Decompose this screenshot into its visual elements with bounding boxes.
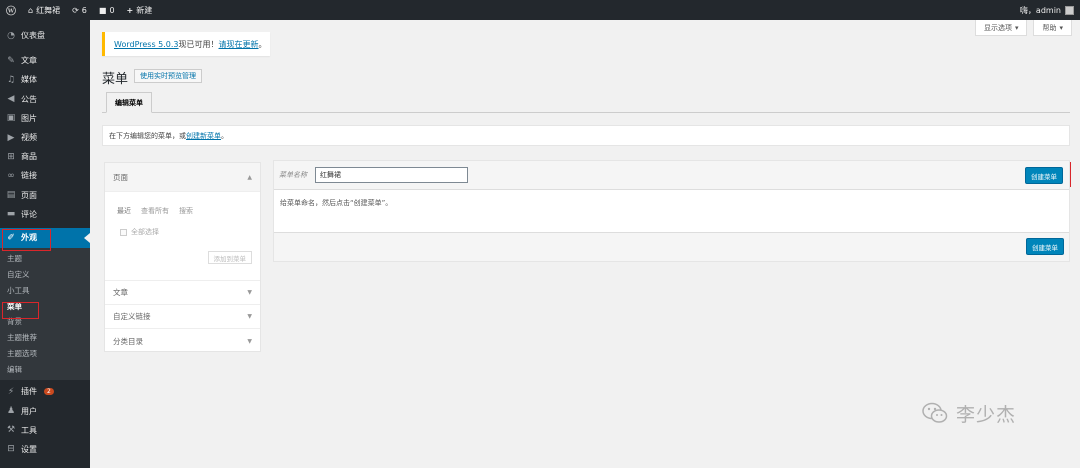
sidebar-item-videos[interactable]: ▶ 视频 [0, 128, 90, 147]
watermark: 李少杰 [920, 398, 1016, 428]
sidebar-item-tools[interactable]: ⚒ 工具 [0, 421, 90, 440]
sidebar-item-images[interactable]: ▣ 图片 [0, 109, 90, 128]
media-icon: ♫ [6, 74, 16, 85]
comments-link[interactable]: ■ 0 [93, 0, 121, 20]
home-icon: ⌂ [28, 5, 34, 15]
avatar [1065, 5, 1074, 15]
watermark-text: 李少杰 [956, 403, 1017, 426]
settings-icon: ⊟ [7, 444, 15, 455]
create-menu-button[interactable]: 创建菜单 [1025, 167, 1063, 184]
plugin-update-badge: 2 [44, 388, 54, 396]
update-notice: WordPress 5.0.3 现已可用！ 请现在更新 。 [102, 32, 270, 56]
megaphone-icon: ◀ [7, 94, 15, 105]
plugin-icon: ⚡ [7, 386, 15, 397]
tab-view-all[interactable]: 查看所有 [141, 206, 169, 216]
menu-edit-body: 给菜单命名，然后点击“创建菜单”。 [274, 190, 1069, 233]
refresh-icon: ⟳ [72, 5, 79, 15]
create-new-menu-link[interactable]: 创建新菜单 [186, 131, 221, 141]
checkbox[interactable] [120, 228, 127, 236]
wordpress-logo-icon[interactable]: W [0, 0, 22, 20]
image-icon: ▣ [6, 113, 16, 124]
sidebar-item-dashboard[interactable]: ◔ 仪表盘 [0, 26, 90, 45]
caret-down-icon: ▼ [247, 337, 252, 345]
tabs-divider [102, 112, 1070, 113]
accordion-pages-header[interactable]: 页面 ▲ [105, 163, 260, 192]
menu-edit-header: 菜单名称 创建菜单 [274, 161, 1069, 190]
sidebar-item-links[interactable]: ∞ 链接 [0, 166, 90, 185]
highlight-menus [2, 302, 39, 319]
tab-search[interactable]: 搜索 [179, 206, 193, 216]
link-icon: ∞ [7, 170, 15, 181]
add-to-menu-button[interactable]: 添加到菜单 [207, 251, 252, 264]
pin-icon: ✎ [7, 55, 15, 66]
sidebar-item-settings[interactable]: ⊟ 设置 [0, 440, 90, 459]
caret-up-icon: ▲ [247, 173, 252, 181]
site-name-link[interactable]: ⌂ 红舞裙 [22, 0, 66, 20]
site-name: 红舞裙 [36, 5, 61, 15]
submenu-customize[interactable]: 自定义 [0, 267, 90, 283]
new-content-link[interactable]: + 新建 [121, 0, 159, 20]
comment-bubble-icon: ■ [98, 5, 107, 15]
select-all-checkbox[interactable]: 全部选择 [120, 227, 159, 237]
caret-down-icon: ▼ [247, 313, 252, 320]
screen-options-button[interactable]: 显示选项 ▾ [974, 20, 1028, 36]
tab-edit-menus[interactable]: 编辑菜单 [106, 92, 152, 113]
add-menu-items-accordion: 页面 ▲ 最近 查看所有 搜索 全部选择 添加到菜单 文章 ▼ 自定义链接 ▼ … [104, 162, 261, 352]
greeting-text: 嗨，admin [1019, 5, 1061, 15]
submenu-widgets[interactable]: 小工具 [0, 282, 90, 298]
submenu-theme-options[interactable]: 主题选项 [0, 346, 90, 362]
wechat-icon [922, 402, 948, 423]
submenu-themes[interactable]: 主题 [0, 251, 90, 267]
page-icon: ▤ [6, 190, 16, 201]
dashboard-icon: ◔ [7, 30, 15, 41]
menu-name-label: 菜单名称 [279, 171, 307, 179]
menu-edit-footer: 创建菜单 [274, 233, 1069, 261]
menu-name-input[interactable] [315, 167, 468, 183]
sidebar-item-plugins[interactable]: ⚡ 插件 2 [0, 382, 90, 401]
caret-down-icon: ▾ [1014, 23, 1019, 32]
page-title: 菜单 [102, 72, 129, 87]
highlight-appearance [2, 229, 51, 251]
accordion-custom-links-header[interactable]: 自定义链接 ▼ [105, 305, 260, 329]
sidebar-item-announcements[interactable]: ◀ 公告 [0, 90, 90, 109]
sidebar-item-comments[interactable]: ▬ 评论 [0, 205, 90, 224]
sidebar-item-pages[interactable]: ▤ 页面 [0, 186, 90, 205]
accordion-categories-header[interactable]: 分类目录 ▼ [105, 329, 260, 353]
cart-icon: ⊞ [7, 151, 15, 162]
manage-menus-box: 在下方编辑您的菜单，或 创建新菜单 。 [102, 125, 1070, 146]
admin-bar: W ⌂ 红舞裙 ⟳ 6 ■ 0 + 新建 嗨，admin [0, 0, 1080, 20]
wrench-icon: ⚒ [6, 425, 16, 436]
pages-tabs: 最近 查看所有 搜索 [117, 206, 193, 216]
plus-icon: + [126, 5, 134, 15]
tab-most-recent[interactable]: 最近 [117, 206, 131, 216]
comment-icon: ▬ [6, 209, 16, 220]
create-menu-button-footer[interactable]: 创建菜单 [1026, 238, 1064, 255]
caret-down-icon: ▾ [1059, 23, 1063, 32]
sidebar-item-media[interactable]: ♫ 媒体 [0, 70, 90, 89]
help-button[interactable]: 帮助 ▾ [1033, 20, 1072, 36]
svg-text:W: W [7, 8, 15, 14]
updates-link[interactable]: ⟳ 6 [66, 0, 93, 20]
update-now-link[interactable]: 请现在更新 [219, 39, 259, 50]
menu-instructions: 给菜单命名，然后点击“创建菜单”。 [280, 199, 393, 207]
screen-meta-links: 显示选项 ▾ 帮助 ▾ [974, 20, 1072, 36]
accordion-posts-header[interactable]: 文章 ▼ [105, 281, 260, 305]
submenu-theme-recommendations[interactable]: 主题推荐 [0, 330, 90, 346]
sidebar-item-users[interactable]: ♟ 用户 [0, 401, 90, 420]
sidebar-item-posts[interactable]: ✎ 文章 [0, 51, 90, 70]
account-menu[interactable]: 嗨，admin [1020, 0, 1074, 20]
video-icon: ▶ [7, 132, 15, 143]
manage-live-preview-button[interactable]: 使用实时预览管理 [134, 69, 202, 83]
version-link[interactable]: WordPress 5.0.3 [114, 40, 179, 49]
accordion-pages-body: 最近 查看所有 搜索 全部选择 添加到菜单 [105, 192, 260, 281]
sidebar-item-products[interactable]: ⊞ 商品 [0, 147, 90, 166]
user-icon: ♟ [6, 406, 16, 417]
menu-edit-panel: 菜单名称 创建菜单 给菜单命名，然后点击“创建菜单”。 创建菜单 [273, 160, 1070, 262]
submenu-editor[interactable]: 编辑 [0, 361, 90, 377]
caret-down-icon: ▼ [247, 289, 252, 296]
